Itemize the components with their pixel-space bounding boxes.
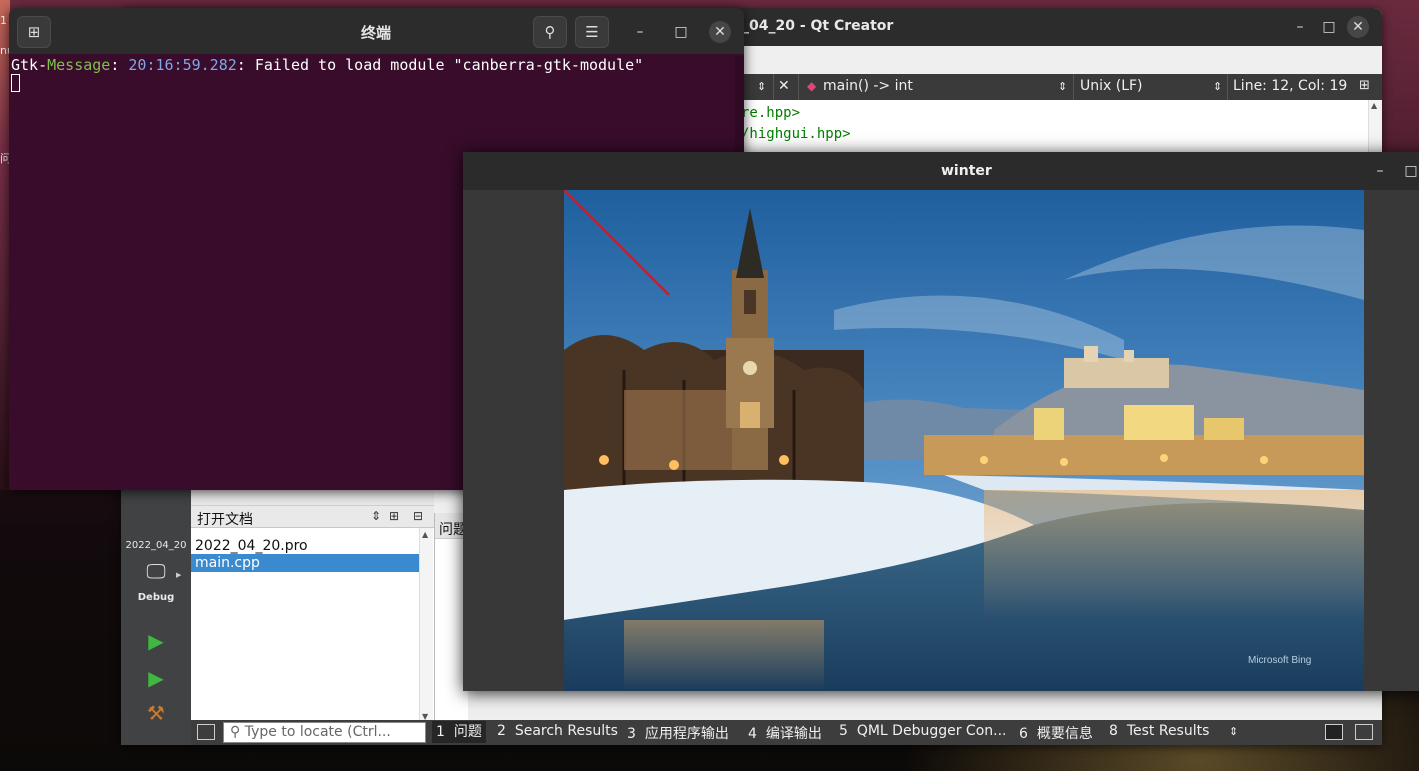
- function-dropdown-icon[interactable]: ⇕: [1058, 80, 1067, 93]
- open-documents-title: 打开文档: [197, 512, 253, 528]
- open-documents-panel: 打开文档 ⇕ ⊞ ⊟ 2022_04_20.pro main.cpp ▲ ▼: [191, 490, 434, 745]
- close-button[interactable]: ✕: [1347, 16, 1369, 38]
- image-window-title: winter: [941, 163, 992, 179]
- open-documents-header: 打开文档 ⇕ ⊞ ⊟: [191, 506, 434, 528]
- new-tab-icon[interactable]: ⊞: [17, 16, 51, 48]
- separator-colon: :: [110, 56, 129, 74]
- target-arrow-icon[interactable]: ▶: [176, 571, 181, 579]
- locator-input[interactable]: ⚲ Type to locate (Ctrl...: [223, 722, 426, 743]
- close-button[interactable]: ✕: [709, 21, 731, 43]
- code-line: re.hpp>: [741, 105, 801, 121]
- code-editor[interactable]: re.hpp> /highgui.hpp>: [741, 100, 1371, 160]
- pane-tab-compile-output[interactable]: 4 编译输出: [748, 723, 822, 743]
- maximize-button[interactable]: □: [1400, 160, 1419, 182]
- doc-switch-icon[interactable]: ⇕: [757, 80, 766, 93]
- terminal-title: 终端: [361, 24, 392, 42]
- minimize-button[interactable]: –: [1289, 16, 1311, 38]
- desktop-label-1: 1: [0, 14, 7, 27]
- line-ending-dropdown-icon[interactable]: ⇕: [1213, 80, 1222, 93]
- build-hammer-icon[interactable]: ⚒: [143, 700, 169, 726]
- run-icon[interactable]: ▶: [143, 628, 169, 654]
- search-icon[interactable]: ⚲: [533, 16, 567, 48]
- more-panes-icon[interactable]: ⇕: [1229, 725, 1238, 738]
- project-label: 2022_04_20: [125, 540, 187, 551]
- close-panel-icon[interactable]: ⊟: [413, 509, 423, 523]
- image-window-titlebar[interactable]: winter – □: [463, 152, 1419, 190]
- winter-photo: Microsoft Bing: [564, 190, 1364, 691]
- bing-watermark: Microsoft Bing: [1248, 655, 1312, 666]
- code-line: /highgui.hpp>: [741, 126, 851, 142]
- timestamp: 20:16:59.282: [128, 56, 237, 74]
- terminal-output[interactable]: Gtk-Message: 20:16:59.282: Failed to loa…: [11, 56, 643, 74]
- divider: [798, 74, 799, 100]
- function-selector[interactable]: main() -> int: [823, 78, 913, 94]
- document-item[interactable]: 2022_04_20.pro: [191, 537, 419, 555]
- status-bar: ⚲ Type to locate (Ctrl... 1 问题 2 Search …: [191, 720, 1382, 745]
- line-ending-selector[interactable]: Unix (LF): [1080, 78, 1143, 94]
- menu-icon[interactable]: ☰: [575, 16, 609, 48]
- pane-tab-test-results[interactable]: 8 Test Results: [1109, 723, 1209, 739]
- panel-top-strip: [191, 490, 434, 506]
- pane-tab-issues[interactable]: 1 问题: [432, 721, 486, 743]
- image-window: winter – □ Microsoft Bing: [463, 152, 1419, 691]
- terminal-titlebar[interactable]: ⊞ 终端 ⚲ ☰ – □ ✕: [9, 8, 744, 54]
- winter-scene: [564, 190, 1364, 691]
- qtcreator-title: _04_20 - Qt Creator: [742, 18, 894, 34]
- locator-placeholder: Type to locate (Ctrl...: [244, 724, 391, 740]
- monitor-icon[interactable]: 🖵: [143, 558, 169, 584]
- output-pane-toggle-icon[interactable]: [1325, 724, 1343, 740]
- close-document-icon[interactable]: ✕: [778, 78, 790, 94]
- split-panel-icon[interactable]: ⊞: [389, 509, 399, 523]
- pane-tab-qml-debugger[interactable]: 5 QML Debugger Con...: [839, 723, 1007, 739]
- editor-scrollbar[interactable]: ▲: [1368, 100, 1380, 160]
- panel-selector-icon[interactable]: ⇕: [371, 509, 381, 523]
- minimize-button[interactable]: –: [1369, 160, 1391, 182]
- split-icon[interactable]: ⊞: [1359, 78, 1370, 93]
- gtk-prefix: Gtk-: [11, 56, 48, 74]
- terminal-cursor: [11, 74, 20, 92]
- maximize-button[interactable]: □: [670, 21, 692, 43]
- debug-run-icon[interactable]: ▶: [143, 665, 169, 691]
- cursor-position[interactable]: Line: 12, Col: 19: [1233, 78, 1347, 94]
- pane-tab-general-messages[interactable]: 6 概要信息: [1019, 723, 1093, 743]
- pane-tab-application-output[interactable]: 3 应用程序输出: [627, 723, 729, 743]
- search-icon: ⚲: [230, 724, 241, 740]
- scroll-up-icon[interactable]: ▲: [1371, 101, 1377, 110]
- sidebar-toggle-icon[interactable]: [197, 724, 215, 740]
- scroll-up-icon[interactable]: ▲: [422, 530, 428, 539]
- open-documents-scrollbar[interactable]: ▲ ▼: [419, 528, 433, 725]
- pane-tab-search-results[interactable]: 2 Search Results: [497, 723, 618, 739]
- minimize-button[interactable]: –: [629, 21, 651, 43]
- divider: [773, 74, 774, 100]
- divider: [1073, 74, 1074, 100]
- maximize-button[interactable]: □: [1318, 16, 1340, 38]
- mode-bar: 2022_04_20 🖵 ▶ Debug ▶ ▶ ⚒: [121, 478, 191, 745]
- gtk-message-tag: Message: [47, 56, 111, 74]
- divider: [1227, 74, 1228, 100]
- right-sidebar-toggle-icon[interactable]: [1355, 724, 1373, 740]
- build-config-label: Debug: [137, 592, 175, 603]
- document-item-selected[interactable]: main.cpp: [191, 554, 419, 572]
- function-symbol-icon: ◆: [807, 79, 817, 93]
- error-message: : Failed to load module "canberra-gtk-mo…: [236, 56, 644, 74]
